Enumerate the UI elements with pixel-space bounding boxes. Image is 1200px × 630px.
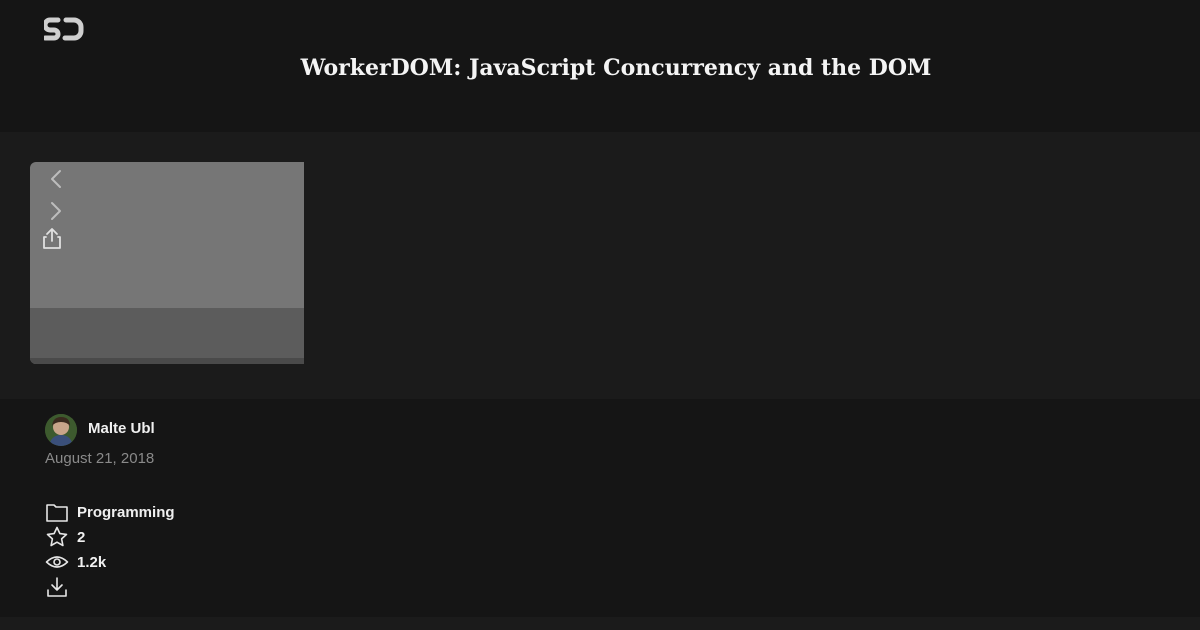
- chevron-right-icon[interactable]: [46, 200, 66, 222]
- deck-stage: [0, 132, 1200, 399]
- share-icon[interactable]: [41, 226, 63, 250]
- header: WorkerDOM: JavaScript Concurrency and th…: [0, 0, 1200, 132]
- slide-progress-track: [30, 358, 304, 364]
- deck-meta: Malte Ubl August 21, 2018 Programming 2 …: [0, 399, 1200, 617]
- folder-icon: [46, 504, 68, 522]
- download-icon: [47, 577, 67, 597]
- chevron-left-icon[interactable]: [46, 168, 66, 190]
- star-count: 2: [77, 529, 86, 546]
- slide-lower-band: [30, 308, 304, 358]
- speakerdeck-logo-icon[interactable]: [44, 16, 84, 42]
- slide-player[interactable]: [30, 162, 304, 364]
- publish-date: August 21, 2018: [45, 450, 155, 467]
- avatar-image: [45, 414, 77, 446]
- eye-icon: [45, 556, 69, 568]
- avatar[interactable]: [45, 414, 77, 446]
- footer-strip: [0, 617, 1200, 630]
- category-label: Programming: [77, 504, 175, 521]
- page-title: WorkerDOM: JavaScript Concurrency and th…: [300, 55, 932, 81]
- author-name[interactable]: Malte Ubl: [88, 420, 155, 437]
- star-icon: [46, 526, 68, 547]
- view-count: 1.2k: [77, 554, 107, 571]
